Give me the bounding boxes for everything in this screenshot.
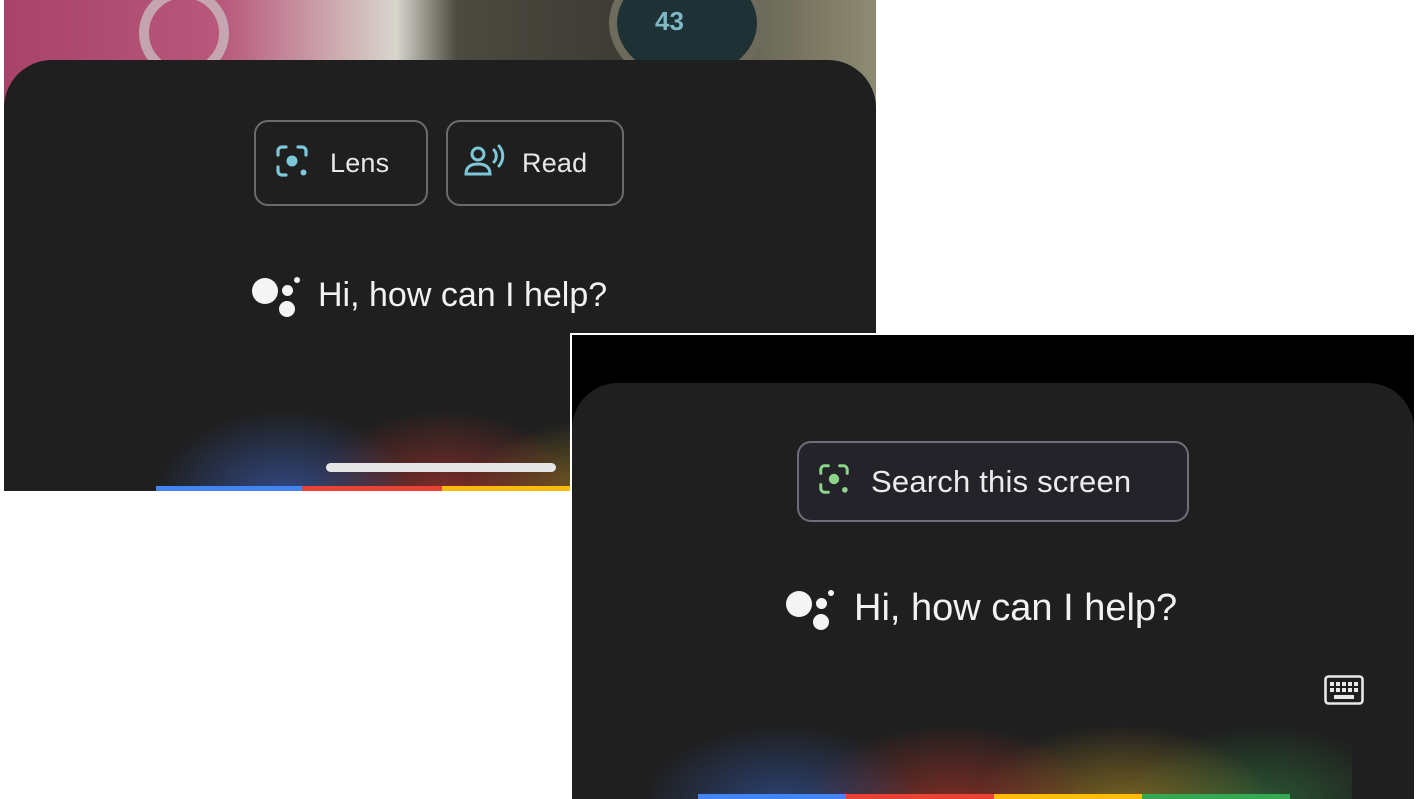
read-chip-label: Read xyxy=(522,147,588,178)
lens-chip-label: Lens xyxy=(330,147,390,178)
gesture-home-bar[interactable] xyxy=(326,463,556,472)
assistant-color-strip xyxy=(156,486,582,491)
assistant-color-strip xyxy=(698,794,1290,799)
greeting-text: Hi, how can I help? xyxy=(854,586,1178,629)
watch-reading: 43 xyxy=(655,6,684,36)
search-this-screen-label: Search this screen xyxy=(871,463,1132,499)
greeting-text: Hi, how can I help? xyxy=(318,275,608,314)
assistant-color-glow xyxy=(652,695,1352,799)
lens-chip-button[interactable]: Lens xyxy=(254,120,428,206)
assistant-screenshot-search-screen: Search this screen Hi, how can I help? xyxy=(572,335,1414,799)
read-aloud-icon xyxy=(464,143,506,184)
lens-icon xyxy=(817,462,851,501)
assistant-dots-icon xyxy=(250,272,304,318)
assistant-greeting: Hi, how can I help? xyxy=(250,272,607,318)
assistant-greeting: Hi, how can I help? xyxy=(784,585,1177,631)
read-chip-button[interactable]: Read xyxy=(446,120,624,206)
assistant-dots-icon xyxy=(784,585,838,631)
search-this-screen-button[interactable]: Search this screen xyxy=(797,441,1189,522)
lens-icon xyxy=(274,143,310,184)
